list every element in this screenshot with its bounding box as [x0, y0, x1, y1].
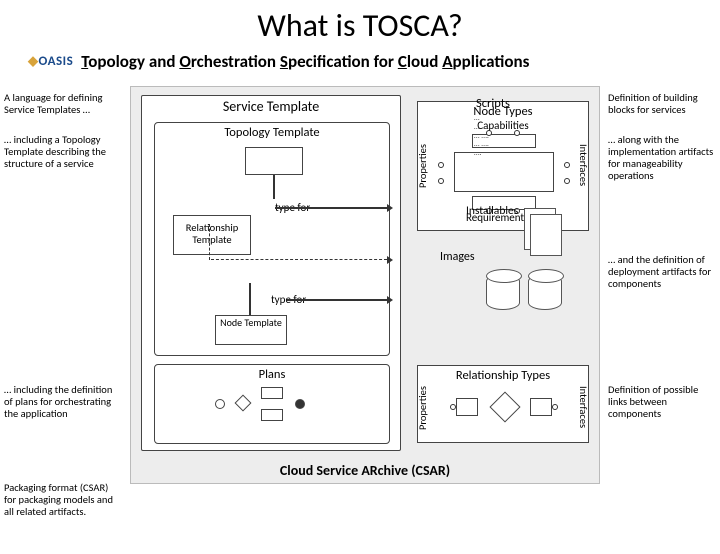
left-note-csar: Packaging format (CSAR) for packaging mo…: [4, 482, 122, 518]
images-icon: [486, 274, 520, 310]
properties-label: Properties: [416, 144, 429, 188]
scripts-label: Scripts: [476, 96, 510, 111]
interfaces-label: Interfaces: [577, 386, 590, 428]
diagram-stage: A language for defining Service Template…: [0, 74, 720, 554]
images-label: Images: [440, 250, 475, 264]
node-template-bottom: Node Template: [215, 315, 287, 345]
csar-title: Cloud Service ARchive (CSAR): [280, 462, 450, 479]
arrow-to-node-types-2: [287, 299, 387, 301]
relationship-types-header: Relationship Types: [418, 366, 588, 383]
dashed-arrow-to-rel-types: [211, 259, 387, 260]
left-note-plans: … including the definition of plans for …: [4, 384, 122, 420]
interfaces-label: Interfaces: [577, 144, 590, 186]
left-note-language: A language for defining Service Template…: [4, 92, 122, 116]
connector: [273, 175, 275, 199]
relationship-template-box: Relationship Template: [173, 215, 251, 255]
images-icon: [528, 274, 562, 310]
subtitle-row: ◆OASIS Topology and Orchestration Specif…: [28, 51, 720, 72]
service-template-header: Service Template: [142, 96, 400, 117]
service-template-box: Service Template Topology Template type …: [141, 95, 401, 451]
oasis-logo: ◆OASIS: [28, 54, 73, 69]
right-note-links: Definition of possible links between com…: [608, 384, 716, 420]
relationship-type-diagram: [456, 390, 552, 426]
topology-template-header: Topology Template: [155, 123, 389, 142]
arrow-to-node-types: [275, 207, 387, 209]
scripts-icon: … … …. … …. … …. ….: [474, 114, 489, 158]
connector: [249, 283, 251, 315]
node-type-diagram: [444, 134, 564, 210]
relationship-types-box: Relationship Types Properties Interfaces: [417, 365, 589, 443]
capabilities-label: Capabilities: [418, 119, 588, 132]
node-template-top: [245, 147, 303, 175]
acronym-expansion: Topology and Orchestration Specification…: [81, 51, 529, 72]
right-note-deployment: … and the definition of deployment artif…: [608, 254, 716, 290]
properties-label: Properties: [416, 386, 429, 430]
installables-label: Installables: [466, 204, 518, 218]
plans-box: Plans: [154, 364, 390, 444]
right-note-implementation: … along with the implementation artifact…: [608, 134, 716, 182]
left-note-topology: … including a Topology Template describi…: [4, 134, 122, 170]
plans-header: Plans: [155, 365, 389, 384]
topology-template-box: Topology Template type for Relationship …: [154, 122, 390, 356]
installables-icon: [530, 214, 562, 256]
page-title: What is TOSCA?: [0, 6, 720, 45]
right-note-building-blocks: Definition of building blocks for servic…: [608, 92, 716, 116]
